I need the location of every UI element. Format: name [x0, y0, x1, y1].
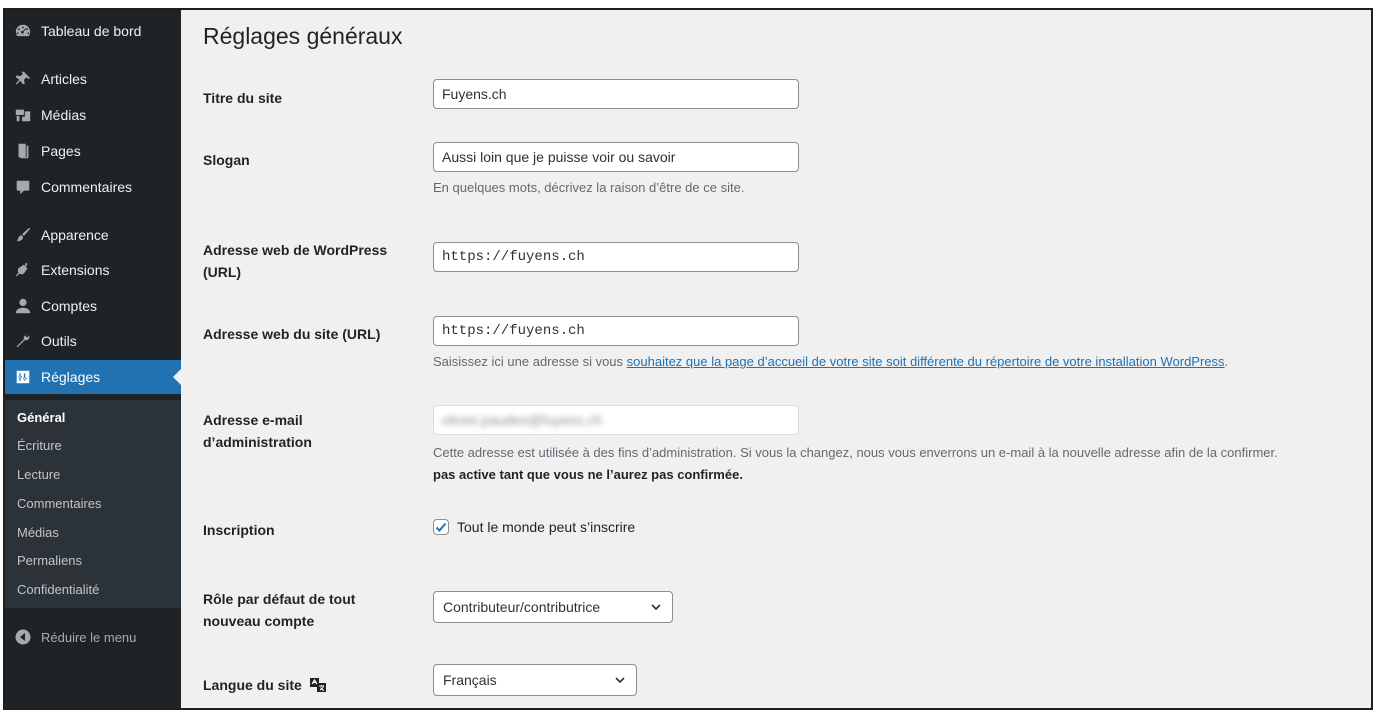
collapse-menu-label: Réduire le menu	[41, 629, 137, 645]
dashboard-icon	[5, 14, 41, 48]
plugin-icon	[5, 253, 41, 287]
tagline-description: En quelques mots, décrivez la raison d’ê…	[433, 180, 745, 195]
sidebar-item-label: Commentaires	[41, 179, 133, 195]
collapse-menu-button[interactable]: Réduire le menu	[5, 622, 181, 652]
submenu-item-privacy[interactable]: Confidentialité	[17, 582, 99, 597]
page-title: Réglages généraux	[203, 23, 403, 49]
site-url-desc-end: .	[1224, 354, 1229, 369]
wp-url-input[interactable]: https://fuyens.ch	[433, 242, 799, 272]
sidebar-item-pages[interactable]: Pages	[5, 134, 181, 168]
sidebar-item-label: Outils	[41, 333, 77, 349]
default-role-select[interactable]: Contributeur/contributrice	[433, 591, 673, 623]
submenu-item-reading[interactable]: Lecture	[17, 467, 60, 482]
translation-icon	[309, 678, 326, 692]
sidebar-item-comments[interactable]: Commentaires	[5, 170, 181, 204]
sidebar-item-media[interactable]: Médias	[5, 98, 181, 132]
site-url-value: https://fuyens.ch	[442, 323, 585, 339]
site-title-input[interactable]: Fuyens.ch	[433, 79, 799, 109]
checkmark-icon	[435, 522, 447, 532]
site-url-description: Saisissez ici une adresse si vous souhai…	[433, 351, 1228, 373]
sidebar-item-appearance[interactable]: Apparence	[5, 218, 181, 252]
media-icon	[5, 98, 41, 132]
sidebar-item-label: Réglages	[41, 369, 101, 385]
submenu-item-general[interactable]: Général	[17, 410, 65, 425]
site-title-value: Fuyens.ch	[442, 86, 507, 102]
admin-email-note: pas active tant que vous ne l’aurez pas …	[433, 467, 743, 482]
submenu-item-permalinks[interactable]: Permaliens	[17, 553, 82, 568]
sidebar-item-label: Tableau de bord	[41, 23, 142, 39]
default-role-label: Rôle par défaut de tout nouveau compte	[203, 591, 356, 629]
sidebar-item-users[interactable]: Comptes	[5, 289, 181, 323]
site-url-help-link[interactable]: souhaitez que la page d’accueil de votre…	[627, 354, 1225, 369]
settings-content: Réglages généraux Titre du site Fuyens.c…	[181, 10, 1371, 708]
pin-icon	[5, 62, 41, 96]
window-frame: Tableau de bord Articles Médias Pages Co	[3, 8, 1373, 710]
submenu-item-media[interactable]: Médias	[17, 525, 59, 540]
comment-icon	[5, 170, 41, 204]
site-language-select[interactable]: Français	[433, 664, 637, 696]
brush-icon	[5, 218, 41, 252]
sidebar-item-dashboard[interactable]: Tableau de bord	[5, 14, 181, 48]
membership-label: Inscription	[203, 522, 275, 538]
tagline-label: Slogan	[203, 152, 250, 168]
admin-sidebar: Tableau de bord Articles Médias Pages Co	[5, 10, 181, 708]
site-url-desc-text: Saisissez ici une adresse si vous	[433, 354, 627, 369]
sidebar-item-label: Extensions	[41, 262, 110, 278]
submenu-item-writing[interactable]: Écriture	[17, 438, 62, 453]
sidebar-item-articles[interactable]: Articles	[5, 62, 181, 96]
admin-email-value: olivier.paudex@fuyens.ch	[442, 412, 602, 428]
membership-checkbox[interactable]	[433, 519, 449, 535]
site-language-label-row: Langue du site	[203, 674, 403, 696]
admin-email-description-2: pas active tant que vous ne l’aurez pas …	[433, 464, 743, 486]
admin-email-description: Cette adresse est utilisée à des fins d’…	[433, 445, 1278, 460]
wrench-icon	[5, 324, 41, 358]
chevron-down-icon	[651, 604, 661, 611]
membership-checkbox-label: Tout le monde peut s’inscrire	[457, 519, 636, 535]
sidebar-item-tools[interactable]: Outils	[5, 324, 181, 358]
site-title-label: Titre du site	[203, 90, 283, 106]
sidebar-item-extensions[interactable]: Extensions	[5, 253, 181, 287]
sidebar-item-label: Articles	[41, 71, 87, 87]
chevron-down-icon	[615, 677, 625, 684]
sidebar-item-label: Comptes	[41, 298, 98, 314]
settings-icon	[5, 360, 41, 394]
page-icon	[5, 134, 41, 168]
tagline-value: Aussi loin que je puisse voir ou savoir	[442, 149, 676, 165]
admin-email-input[interactable]: olivier.paudex@fuyens.ch	[433, 405, 799, 435]
site-url-input[interactable]: https://fuyens.ch	[433, 316, 799, 346]
user-icon	[5, 289, 41, 323]
membership-option[interactable]: Tout le monde peut s’inscrire	[433, 519, 635, 535]
settings-submenu: Général Écriture Lecture Commentaires Mé…	[5, 400, 181, 608]
wp-url-label: Adresse web de WordPress (URL)	[203, 242, 388, 280]
submenu-item-discussion[interactable]: Commentaires	[17, 496, 102, 511]
sidebar-item-label: Médias	[41, 107, 87, 123]
site-language-label: Langue du site	[203, 677, 302, 693]
sidebar-item-label: Apparence	[41, 227, 109, 243]
sidebar-item-label: Pages	[41, 143, 81, 159]
wp-url-value: https://fuyens.ch	[442, 249, 585, 265]
site-url-label: Adresse web du site (URL)	[203, 326, 381, 342]
tagline-input[interactable]: Aussi loin que je puisse voir ou savoir	[433, 142, 799, 172]
default-role-value: Contributeur/contributrice	[443, 599, 601, 615]
site-language-value: Français	[443, 672, 497, 688]
sidebar-item-settings[interactable]: Réglages	[5, 360, 181, 394]
admin-email-label: Adresse e-mail d’administration	[203, 412, 312, 450]
collapse-arrow-icon	[5, 629, 41, 645]
